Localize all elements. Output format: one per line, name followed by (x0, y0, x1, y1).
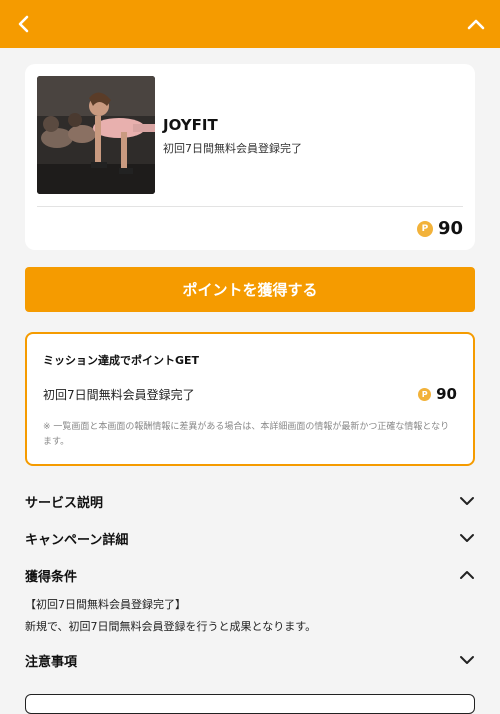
get-points-button[interactable]: ポイントを獲得する (25, 267, 475, 312)
mission-row-label: 初回7日間無料会員登録完了 (43, 388, 195, 402)
offer-points-value: 90 (437, 218, 463, 239)
section-title: サービス説明 (25, 495, 104, 511)
point-coin-icon: P (416, 220, 433, 237)
section-title: 注意事項 (25, 654, 78, 670)
mission-points: P 90 (418, 385, 457, 403)
chevron-down-icon (460, 656, 474, 664)
offer-card: JOYFIT 初回7日間無料会員登録完了 P 90 (25, 64, 475, 250)
header-bar (0, 0, 500, 48)
mission-box: ミッション達成でポイントGET 初回7日間無料会員登録完了 P 90 ※ 一覧画… (25, 332, 475, 466)
bottom-panel[interactable] (25, 694, 475, 714)
section-notes[interactable]: 注意事項 (25, 648, 475, 672)
offer-subtitle: 初回7日間無料会員登録完了 (163, 142, 302, 155)
chevron-up-icon (467, 19, 485, 30)
conditions-heading: 【初回7日間無料会員登録完了】 (25, 598, 186, 611)
mission-points-value: 90 (436, 385, 457, 403)
back-button[interactable] (10, 10, 38, 38)
point-coin-icon: P (418, 387, 432, 401)
collapse-button[interactable] (462, 10, 490, 38)
chevron-left-icon (18, 15, 29, 33)
section-title: 獲得条件 (25, 569, 78, 585)
conditions-text: 新規で、初回7日間無料会員登録を行うと成果となります。 (25, 620, 317, 633)
section-campaign-details[interactable]: キャンペーン詳細 (25, 526, 475, 550)
mission-title: ミッション達成でポイントGET (43, 354, 200, 367)
divider (37, 206, 463, 207)
offer-brand: JOYFIT (163, 116, 218, 134)
section-acquisition-conditions[interactable]: 獲得条件 (25, 563, 475, 587)
section-service-description[interactable]: サービス説明 (25, 489, 475, 513)
mission-note: ※ 一覧画面と本画面の報酬情報に差異がある場合は、本詳細画面の情報が最新かつ正確… (43, 422, 450, 447)
offer-image (37, 76, 155, 194)
chevron-up-icon (460, 571, 474, 579)
section-title: キャンペーン詳細 (25, 532, 129, 548)
chevron-down-icon (460, 497, 474, 505)
offer-points: P 90 (416, 218, 463, 239)
chevron-down-icon (460, 534, 474, 542)
